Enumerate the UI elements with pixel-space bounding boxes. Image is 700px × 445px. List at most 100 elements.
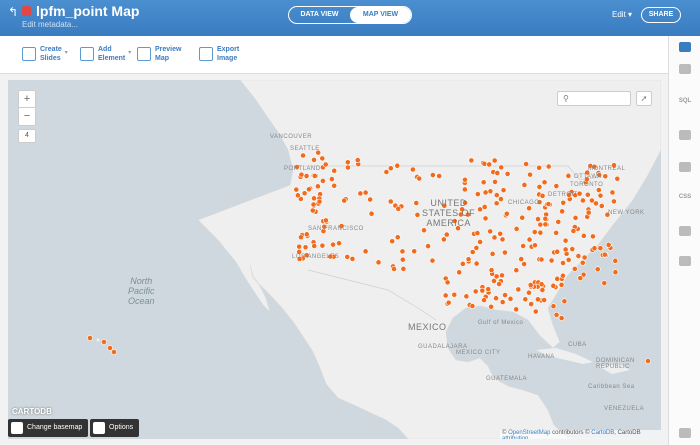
data-point[interactable] (442, 292, 449, 299)
data-point[interactable] (584, 191, 591, 198)
edit-metadata-link[interactable]: Edit metadata... (22, 20, 78, 29)
data-point[interactable] (345, 164, 351, 171)
data-point[interactable] (311, 243, 318, 249)
page-title[interactable]: lpfm_point Map (36, 3, 139, 19)
data-point[interactable] (513, 225, 520, 232)
map-view-tab[interactable]: MAP VIEW (350, 7, 411, 23)
data-point[interactable] (562, 246, 569, 253)
data-point[interactable] (489, 250, 496, 257)
data-point[interactable] (473, 260, 480, 267)
add-element-button[interactable]: Add Element ▾ (80, 45, 131, 63)
data-point[interactable] (545, 201, 552, 207)
data-point[interactable] (391, 266, 397, 272)
change-basemap-button[interactable]: Change basemap (8, 419, 89, 437)
data-point[interactable] (319, 242, 326, 249)
data-point[interactable] (535, 216, 541, 222)
data-point[interactable] (462, 176, 468, 183)
data-point[interactable] (387, 165, 394, 172)
data-point[interactable] (459, 260, 466, 267)
data-point[interactable] (559, 208, 566, 215)
data-point[interactable] (488, 303, 495, 310)
data-point[interactable] (493, 200, 500, 207)
data-point[interactable] (303, 173, 310, 179)
data-point[interactable] (487, 228, 494, 235)
data-point[interactable] (493, 192, 500, 198)
data-point[interactable] (609, 189, 616, 196)
data-point[interactable] (572, 214, 579, 221)
data-point[interactable] (575, 253, 582, 259)
data-point[interactable] (367, 196, 374, 203)
data-point[interactable] (362, 248, 369, 255)
data-point[interactable] (300, 152, 306, 159)
infowindow-icon[interactable] (679, 162, 691, 172)
data-point[interactable] (499, 299, 506, 305)
data-point[interactable] (515, 286, 522, 293)
data-point[interactable] (526, 236, 533, 243)
data-point[interactable] (368, 210, 375, 217)
data-point[interactable] (527, 282, 534, 288)
data-point[interactable] (296, 243, 303, 250)
attribution-link[interactable]: attribution (502, 436, 528, 439)
data-point[interactable] (330, 241, 336, 248)
data-view-tab[interactable]: DATA VIEW (289, 7, 350, 23)
data-point[interactable] (499, 272, 505, 279)
data-point[interactable] (493, 295, 499, 302)
data-point[interactable] (536, 184, 543, 190)
data-point[interactable] (500, 187, 507, 194)
share-map-button[interactable]: ➚ (636, 91, 652, 106)
data-point[interactable] (555, 218, 562, 225)
data-point[interactable] (538, 281, 545, 288)
data-point[interactable] (612, 257, 619, 264)
data-point[interactable] (577, 275, 584, 282)
options-button[interactable]: Options (90, 419, 140, 437)
data-point[interactable] (474, 191, 481, 198)
data-point[interactable] (336, 240, 342, 247)
data-point[interactable] (531, 229, 538, 235)
zoom-out-button[interactable]: − (19, 108, 35, 125)
data-point[interactable] (560, 199, 567, 206)
data-point[interactable] (487, 188, 494, 195)
data-point[interactable] (331, 182, 338, 189)
data-point[interactable] (301, 190, 308, 197)
data-point[interactable] (585, 209, 592, 216)
data-point[interactable] (394, 162, 401, 169)
data-point[interactable] (349, 255, 356, 262)
data-point[interactable] (394, 234, 401, 241)
data-point[interactable] (491, 234, 498, 241)
data-point[interactable] (513, 306, 520, 313)
data-point[interactable] (581, 254, 588, 261)
data-point[interactable] (614, 175, 621, 182)
data-point[interactable] (541, 297, 548, 303)
export-image-button[interactable]: Export Image (199, 45, 239, 63)
data-point[interactable] (298, 234, 304, 241)
data-point[interactable] (429, 257, 436, 264)
data-point[interactable] (569, 246, 576, 253)
data-point[interactable] (421, 227, 427, 234)
data-point[interactable] (579, 259, 586, 266)
data-point[interactable] (416, 175, 423, 182)
data-point[interactable] (425, 243, 431, 249)
data-point[interactable] (479, 287, 486, 294)
data-point[interactable] (548, 257, 555, 264)
data-point[interactable] (518, 256, 525, 262)
data-point[interactable] (480, 179, 487, 186)
data-point[interactable] (553, 311, 560, 318)
data-point[interactable] (520, 243, 527, 249)
data-point[interactable] (399, 256, 406, 263)
data-point[interactable] (477, 239, 484, 245)
data-point[interactable] (602, 173, 609, 180)
data-point[interactable] (344, 254, 351, 260)
share-button[interactable]: SHARE (641, 7, 681, 23)
data-point[interactable] (362, 189, 369, 196)
data-point[interactable] (539, 192, 546, 199)
data-point[interactable] (493, 273, 500, 280)
data-point[interactable] (429, 172, 436, 178)
data-point[interactable] (580, 232, 587, 239)
edit-menu[interactable]: Edit ▾ (612, 10, 632, 19)
data-point[interactable] (502, 249, 508, 256)
data-point[interactable] (293, 186, 300, 193)
data-point[interactable] (494, 170, 501, 176)
data-point[interactable] (594, 266, 601, 273)
data-point[interactable] (375, 259, 382, 266)
data-point[interactable] (443, 231, 450, 238)
